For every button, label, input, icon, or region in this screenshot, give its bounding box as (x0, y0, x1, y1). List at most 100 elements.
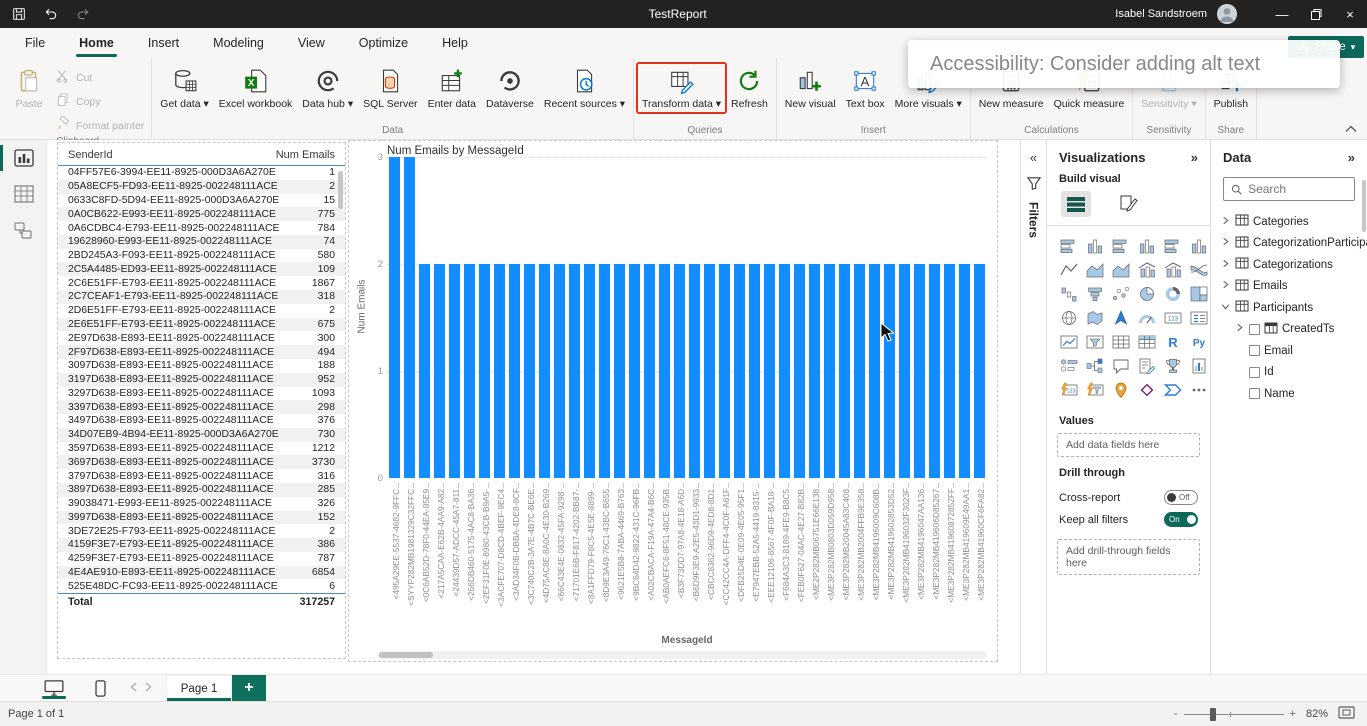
bar[interactable] (584, 264, 595, 478)
paginated-report-icon[interactable] (1187, 354, 1211, 377)
user-name[interactable]: Isabel Sandstroem (1115, 8, 1207, 20)
cut-button[interactable]: Cut (51, 67, 148, 88)
table-visual[interactable]: SenderId Num Emails 04FF57E6-3994-EE11-8… (57, 142, 346, 659)
table-row[interactable]: 2F97D638-E893-EE11-8925-002248111ACE494 (58, 345, 345, 359)
table-column-numemails[interactable]: Num Emails (276, 149, 335, 161)
format-visual-tab[interactable] (1113, 191, 1143, 217)
field-checkbox[interactable] (1249, 324, 1260, 335)
table-row[interactable]: 2E97D638-E893-EE11-8925-002248111ACE300 (58, 331, 345, 345)
bar[interactable] (524, 264, 535, 478)
bar[interactable] (449, 264, 460, 478)
bar[interactable] (974, 264, 985, 478)
next-page-icon[interactable] (145, 679, 152, 697)
bar[interactable] (434, 264, 445, 478)
bar[interactable] (554, 264, 565, 478)
refresh-button[interactable]: Refresh (726, 63, 773, 113)
power-automate-icon[interactable] (1161, 378, 1185, 401)
data-hub-button[interactable]: Data hub ▾ (297, 63, 358, 113)
ribbon-tab-modeling[interactable]: Modeling (196, 28, 281, 58)
user-avatar[interactable] (1217, 4, 1237, 24)
dataverse-button[interactable]: Dataverse (481, 63, 539, 113)
table-row[interactable]: 2C6E51FF-E793-EE11-8925-002248111ACE1867 (58, 276, 345, 290)
zoom-slider[interactable]: - + (1174, 708, 1296, 720)
table-row[interactable]: 3997D638-E893-EE11-8925-002248111ACE152 (58, 511, 345, 525)
redo-icon[interactable] (74, 5, 92, 23)
data-table-categories[interactable]: Categories (1211, 211, 1367, 233)
bar[interactable] (644, 264, 655, 478)
recent-sources-button[interactable]: Recent sources ▾ (539, 63, 630, 113)
power-apps-icon[interactable] (1135, 378, 1159, 401)
collapse-icon[interactable] (1219, 302, 1231, 314)
arcgis-map-icon[interactable] (1109, 378, 1133, 401)
bar[interactable] (764, 264, 775, 478)
bar[interactable] (779, 264, 790, 478)
bar[interactable] (809, 264, 820, 478)
line-and-clustered-column-chart-icon[interactable] (1161, 258, 1185, 281)
bar[interactable] (869, 264, 880, 478)
table-icon[interactable] (1109, 330, 1133, 353)
bar[interactable] (629, 264, 640, 478)
page-tab[interactable]: Page 1 (166, 675, 232, 701)
close-button[interactable]: × (1333, 0, 1367, 28)
collapse-data-pane-icon[interactable]: » (1348, 150, 1355, 165)
data-field-createdts[interactable]: CreatedTs (1211, 319, 1367, 341)
bar[interactable] (389, 157, 400, 478)
stacked-column-chart-icon[interactable] (1083, 234, 1107, 257)
bar[interactable] (839, 264, 850, 478)
undo-icon[interactable] (42, 5, 60, 23)
values-field-well[interactable]: Add data fields here (1057, 433, 1200, 457)
bar[interactable] (854, 264, 865, 478)
table-row[interactable]: 2C7CEAF1-E793-EE11-8925-002248111ACE318 (58, 290, 345, 304)
zoom-in-icon[interactable]: + (1290, 708, 1296, 720)
table-row[interactable]: 2D6E51FF-E793-EE11-8925-002248111ACE2 (58, 304, 345, 318)
100-stacked-bar-chart-icon[interactable] (1161, 234, 1185, 257)
table-row[interactable]: 34D07EB9-4B94-EE11-8925-000D3A6A270E730 (58, 428, 345, 442)
table-column-senderid[interactable]: SenderId (68, 149, 113, 161)
slicer-icon[interactable] (1083, 330, 1107, 353)
r-script-visual-icon[interactable]: R (1161, 330, 1185, 353)
scatter-chart-icon[interactable] (1109, 282, 1133, 305)
expand-filters-icon[interactable]: « (1030, 150, 1037, 165)
cross-report-toggle[interactable]: Off (1164, 490, 1198, 505)
bar[interactable] (464, 264, 475, 478)
transform-data-button[interactable]: Transform data ▾ (637, 63, 726, 113)
ribbon-tab-home[interactable]: Home (62, 28, 131, 58)
table-row[interactable]: 19628960-E993-EE11-8925-002248111ACE74 (58, 235, 345, 249)
stacked-bar-chart-icon[interactable] (1057, 234, 1081, 257)
bar[interactable] (749, 264, 760, 478)
data-field-id[interactable]: Id (1211, 362, 1367, 384)
line-chart-icon[interactable] (1057, 258, 1081, 281)
expand-icon[interactable] (1219, 237, 1231, 249)
bar[interactable] (914, 264, 925, 478)
table-row[interactable]: 4E4AE910-E893-EE11-8925-002248111ACE6854 (58, 566, 345, 580)
smart-narrative-icon[interactable] (1135, 354, 1159, 377)
bar[interactable] (494, 264, 505, 478)
bar[interactable] (884, 264, 895, 478)
bar[interactable] (899, 264, 910, 478)
save-icon[interactable] (10, 5, 28, 23)
donut-chart-icon[interactable] (1161, 282, 1185, 305)
bar-chart-visual[interactable]: Num Emails by MessageId Num Emails 0123 … (348, 140, 998, 662)
bar[interactable] (659, 264, 670, 478)
expand-icon[interactable] (1233, 323, 1245, 335)
clustered-bar-chart-icon[interactable] (1109, 234, 1133, 257)
key-influencers-icon[interactable] (1057, 354, 1081, 377)
table-row[interactable]: 4159F3E7-E793-EE11-8925-002248111ACE386 (58, 538, 345, 552)
mobile-view-icon[interactable] (86, 675, 114, 701)
table-row[interactable]: 3697D638-E893-EE11-8925-002248111ACE3730 (58, 455, 345, 469)
table-row[interactable]: 04FF57E6-3994-EE11-8925-000D3A6A270E1 (58, 166, 345, 180)
bar[interactable] (929, 264, 940, 478)
data-search-box[interactable] (1223, 177, 1355, 201)
field-checkbox[interactable] (1249, 345, 1260, 356)
data-table-participants[interactable]: Participants (1211, 297, 1367, 319)
bar[interactable] (404, 157, 415, 478)
table-row[interactable]: 39038471-E993-EE11-8925-002248111ACE326 (58, 497, 345, 511)
data-table-categorizations[interactable]: Categorizations (1211, 254, 1367, 276)
pie-chart-icon[interactable] (1135, 282, 1159, 305)
table-row[interactable]: 3DE72E25-F793-EE11-8925-002248111ACE2 (58, 524, 345, 538)
expand-icon[interactable] (1219, 216, 1231, 228)
bar[interactable] (734, 264, 745, 478)
ai-card-icon[interactable]: 123 (1057, 378, 1081, 401)
excel-workbook-button[interactable]: XExcel workbook (214, 63, 298, 113)
table-row[interactable]: 525E48DC-FC93-EE11-8925-002248111ACE6 (58, 579, 345, 593)
